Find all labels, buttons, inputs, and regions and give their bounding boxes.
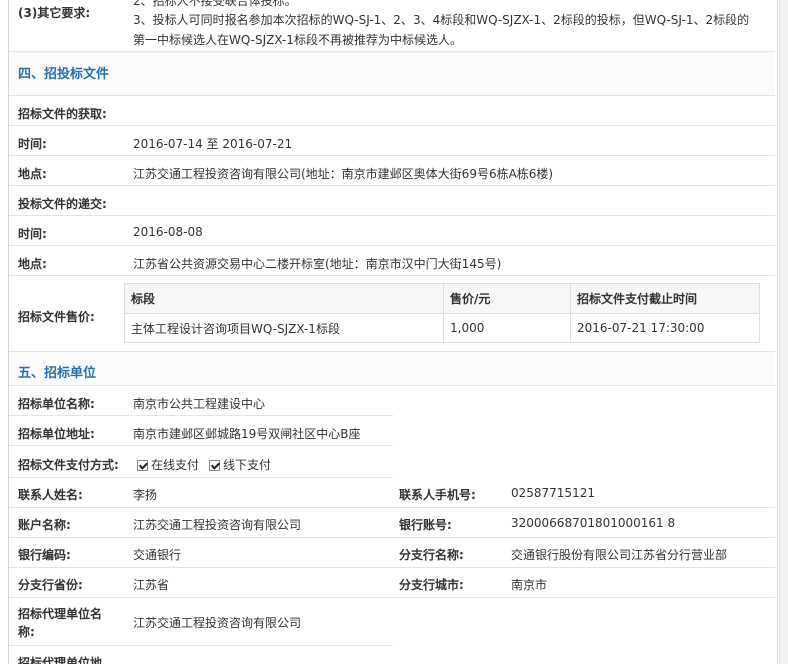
price-table-header: 标段 售价/元 招标文件支付截止时间 xyxy=(124,283,760,314)
bank-code-label: 银行编码: xyxy=(18,548,71,562)
col-header-price: 售价/元 xyxy=(443,283,571,314)
scrollbar[interactable] xyxy=(779,0,788,664)
obtain-place-value: 江苏交通工程投资咨询有限公司(地址：南京市建邺区奥体大街69号6栋A栋6楼) xyxy=(133,167,554,181)
account-name-label: 账户名称: xyxy=(18,518,71,532)
phone-label: 联系人手机号: xyxy=(399,488,476,502)
cell-section: 主体工程设计咨询项目WQ-SJZX-1标段 xyxy=(124,313,444,343)
bank-acct-value: 32000668701801000161 8 xyxy=(511,516,676,530)
other-requirements-line0: 2、招标人不接受联合体投标。 xyxy=(133,0,297,8)
region-row: 分支行省份: 江苏省 分支行城市: 南京市 xyxy=(9,568,775,598)
pay-online-text: 在线支付 xyxy=(151,458,200,472)
agent-addr-row: 招标代理单位地 xyxy=(9,646,393,664)
price-label: 招标文件售价: xyxy=(18,310,95,324)
submit-place-row: 地点: 江苏省公共资源交易中心二楼开标室(地址：南京市汉中门大街145号) xyxy=(9,246,775,276)
bank-acct-label: 银行账号: xyxy=(399,518,452,532)
obtain-label: 招标文件的获取: xyxy=(18,107,107,121)
unit-addr-value: 南京市建邺区邺城路19号双闸社区中心B座 xyxy=(133,427,361,441)
cell-deadline: 2016-07-21 17:30:00 xyxy=(570,313,760,343)
branch-value: 交通银行股份有限公司江苏省分行营业部 xyxy=(511,548,728,562)
agent-addr-label: 招标代理单位地 xyxy=(18,656,103,664)
obtain-time-value: 2016-07-14 至 2016-07-21 xyxy=(133,137,293,151)
submit-row: 投标文件的递交: xyxy=(9,186,775,216)
phone-value: 02587715121 xyxy=(511,486,595,500)
pay-row: 招标文件支付方式: 在线支付 线下支付 xyxy=(9,446,393,478)
pay-offline-option[interactable]: 线下支付 xyxy=(209,456,271,473)
other-requirements-row: (3)其它要求: 2、招标人不接受联合体投标。 3、投标人可同时报名参加本次招标… xyxy=(9,0,775,52)
section4-header: 四、招投标文件 xyxy=(9,52,775,96)
table-row: 主体工程设计咨询项目WQ-SJZX-1标段 1,000 2016-07-21 1… xyxy=(124,313,760,343)
contact-label: 联系人姓名: xyxy=(18,488,83,502)
submit-time-value: 2016-08-08 xyxy=(133,225,203,239)
obtain-place-row: 地点: 江苏交通工程投资咨询有限公司(地址：南京市建邺区奥体大街69号6栋A栋6… xyxy=(9,156,775,186)
branch-label: 分支行名称: xyxy=(399,548,464,562)
agent-name-row: 招标代理单位名称: 江苏交通工程投资咨询有限公司 xyxy=(9,598,393,646)
obtain-time-row: 时间: 2016-07-14 至 2016-07-21 xyxy=(9,126,775,156)
unit-name-row: 招标单位名称: 南京市公共工程建设中心 xyxy=(9,386,393,416)
bank-code-value: 交通银行 xyxy=(133,548,182,562)
city-label: 分支行城市: xyxy=(399,578,464,592)
contact-value: 李扬 xyxy=(133,488,158,502)
other-requirements-line2: 第一中标候选人在WQ-SJZX-1标段不再被推荐为中标候选人。 xyxy=(133,33,462,47)
contact-row: 联系人姓名: 李扬 联系人手机号: 02587715121 xyxy=(9,478,775,508)
obtain-place-label: 地点: xyxy=(18,167,47,181)
pay-offline-text: 线下支付 xyxy=(223,458,272,472)
province-value: 江苏省 xyxy=(133,578,170,592)
submit-place-label: 地点: xyxy=(18,257,47,271)
account-row: 账户名称: 江苏交通工程投资咨询有限公司 银行账号: 3200066870180… xyxy=(9,508,775,538)
unit-addr-label: 招标单位地址: xyxy=(18,427,95,441)
unit-name-label: 招标单位名称: xyxy=(18,397,95,411)
agent-name-value: 江苏交通工程投资咨询有限公司 xyxy=(133,616,302,630)
online-checkbox[interactable] xyxy=(137,460,148,471)
city-value: 南京市 xyxy=(511,578,548,592)
account-name-value: 江苏交通工程投资咨询有限公司 xyxy=(133,518,302,532)
other-requirements-line1: 3、投标人可同时报名参加本次招标的WQ-SJ-1、2、3、4标段和WQ-SJZX… xyxy=(133,13,750,27)
section4-title: 四、招投标文件 xyxy=(18,67,110,82)
section5-title: 五、招标单位 xyxy=(18,366,97,381)
col-header-section: 标段 xyxy=(124,283,444,314)
cell-price: 1,000 xyxy=(443,313,571,343)
province-label: 分支行省份: xyxy=(18,578,83,592)
col-header-deadline: 招标文件支付截止时间 xyxy=(570,283,760,314)
unit-addr-row: 招标单位地址: 南京市建邺区邺城路19号双闸社区中心B座 xyxy=(9,416,393,446)
other-requirements-label: (3)其它要求: xyxy=(18,6,91,20)
bank-row: 银行编码: 交通银行 分支行名称: 交通银行股份有限公司江苏省分行营业部 xyxy=(9,538,775,568)
pay-online-option[interactable]: 在线支付 xyxy=(137,456,199,473)
price-table: 标段 售价/元 招标文件支付截止时间 主体工程设计咨询项目WQ-SJZX-1标段… xyxy=(124,283,760,343)
submit-place-value: 江苏省公共资源交易中心二楼开标室(地址：南京市汉中门大街145号) xyxy=(133,257,502,271)
page: (3)其它要求: 2、招标人不接受联合体投标。 3、投标人可同时报名参加本次招标… xyxy=(0,0,788,664)
section5-header: 五、招标单位 xyxy=(9,352,775,386)
submit-time-label: 时间: xyxy=(18,227,47,241)
offline-checkbox[interactable] xyxy=(209,460,220,471)
obtain-row: 招标文件的获取: xyxy=(9,96,775,126)
submit-time-row: 时间: 2016-08-08 xyxy=(9,216,775,246)
obtain-time-label: 时间: xyxy=(18,137,47,151)
submit-label: 投标文件的递交: xyxy=(18,197,107,211)
agent-name-label: 招标代理单位名称: xyxy=(18,607,103,639)
pay-label: 招标文件支付方式: xyxy=(18,458,119,472)
unit-name-value: 南京市公共工程建设中心 xyxy=(133,397,266,411)
